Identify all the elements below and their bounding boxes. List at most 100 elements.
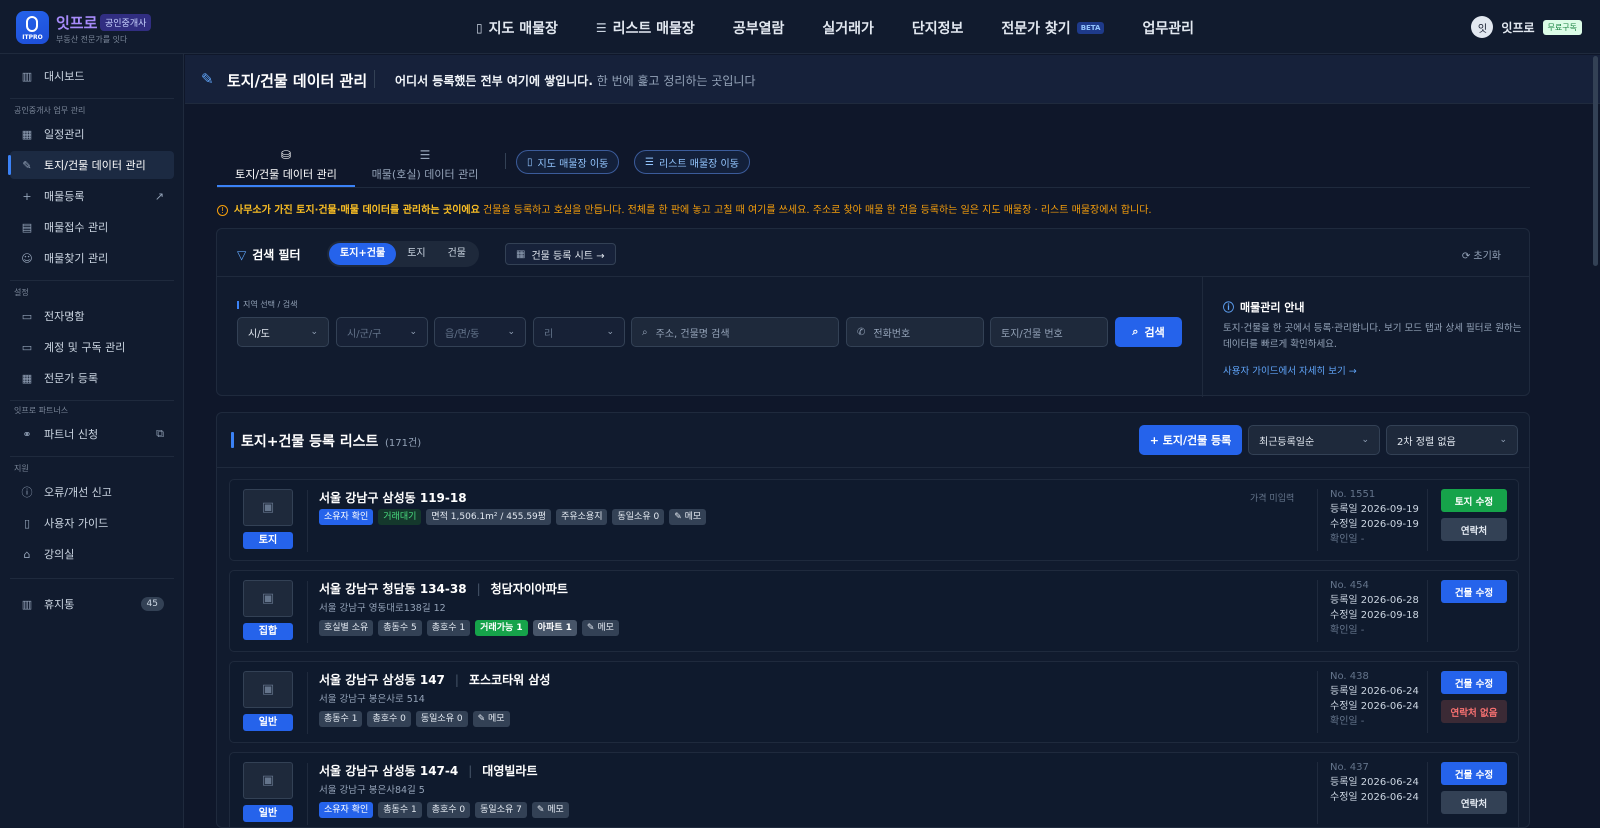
sidebar-item-trash[interactable]: ▥ 휴지통 45 — [10, 590, 174, 618]
row-address[interactable]: 서울 강남구 삼성동 147 | 포스코타워 삼성 — [319, 671, 550, 688]
type-badge: 토지 — [243, 532, 293, 549]
sidebar-item-dashboard[interactable]: ▥ 대시보드 — [10, 62, 174, 90]
nav-work-management[interactable]: 업무관리 — [1142, 18, 1194, 38]
alert-circle-icon: ⓘ — [21, 486, 33, 499]
brand-badge: 공인중개사 — [100, 14, 152, 31]
list-item[interactable]: ▣ 일반 서울 강남구 삼성동 147 | 포스코타워 삼성 서울 강남구 봉은사로 51… — [229, 661, 1519, 743]
phone-input[interactable]: ✆ 전화번호 — [846, 317, 984, 347]
sidebar-item-schedule[interactable]: ▦ 일정관리 — [10, 120, 174, 148]
nav-list-listing[interactable]: ☰ 리스트 매물장 — [596, 18, 695, 38]
scrollbar[interactable] — [1593, 56, 1598, 266]
building-name: 청담자이아파트 — [490, 582, 568, 596]
registered-date: 등록일 2026-06-24 — [1330, 777, 1419, 788]
sidebar-item-listing-register[interactable]: + 매물등록 ↗ — [10, 182, 174, 210]
nav-map-listing[interactable]: ▯ 지도 매물장 — [476, 18, 558, 38]
contact-button[interactable]: 연락처 없음 — [1441, 700, 1507, 723]
record-number: No. 1551 — [1330, 489, 1376, 500]
sidebar-item-classroom[interactable]: ⌂ 강의실 — [10, 540, 174, 568]
card-icon: ▭ — [21, 309, 33, 323]
user-menu[interactable]: 잇 잇프로 무료구독 — [1471, 16, 1582, 38]
secondary-sort-select[interactable]: 2차 정렬 없음 ⌄ — [1386, 425, 1518, 455]
sidebar-item-report[interactable]: ⓘ 오류/개선 신고 — [10, 478, 174, 506]
tag: 총동수 1 — [319, 711, 363, 727]
building-name: 포스코타워 삼성 — [468, 673, 551, 687]
tag-list: 총동수 1 총호수 0 동일소유 0 ✎ 메모 — [319, 711, 510, 727]
document-icon: ▤ — [21, 220, 33, 234]
type-badge: 일반 — [243, 714, 293, 731]
reset-button[interactable]: ⟳ 초기화 — [1462, 247, 1501, 262]
table-icon: ▦ — [516, 248, 526, 260]
warning-icon: ! — [217, 205, 228, 216]
people-icon: ☺ — [21, 251, 33, 265]
plan-badge: 무료구독 — [1542, 19, 1582, 35]
sidebar: ▥ 대시보드 공인중개사 업무 관리 ▦ 일정관리 ✎ 토지/건물 데이터 관리 + 매… — [0, 54, 184, 828]
type-segment: 토지+건물 토지 건물 — [327, 241, 479, 267]
tag: 동일소유 0 — [612, 509, 665, 525]
row-address[interactable]: 서울 강남구 청담동 134-38 | 청담자이아파트 — [319, 580, 568, 597]
record-number: No. 454 — [1330, 580, 1369, 591]
building-sheet-button[interactable]: ▦ 건물 등록 시트 → — [505, 243, 616, 265]
filter-fields: 지역 선택 / 검색 시/도 ⌄ 시/군/구 ⌄ 읍/면/동 ⌄ 리 ⌄ ⌕ 주소, 건물… — [217, 277, 1202, 397]
segment-land[interactable]: 토지 — [396, 243, 436, 265]
sigungu-select[interactable]: 시/군/구 ⌄ — [336, 317, 428, 347]
address-search-input[interactable]: ⌕ 주소, 건물명 검색 — [631, 317, 839, 347]
sidebar-item-account[interactable]: ▭ 계정 및 구독 관리 — [10, 333, 174, 361]
contact-button[interactable]: 연락처 — [1441, 518, 1507, 541]
divider — [1317, 489, 1318, 551]
go-list-listing-button[interactable]: ☰ 리스트 매물장 이동 — [634, 150, 750, 174]
divider: | — [476, 582, 481, 596]
sort-select[interactable]: 최근등록일순 ⌄ — [1248, 425, 1380, 455]
tab-land-building[interactable]: ⛁ 토지/건물 데이터 관리 — [217, 148, 355, 186]
row-meta: No. 454 등록일 2026-06-28 수정일 2026-09-18 확인일 - — [1330, 578, 1419, 638]
sidebar-item-guide[interactable]: ▯ 사용자 가이드 — [10, 509, 174, 537]
row-meta: No. 1551 등록일 2026-09-19 수정일 2026-09-19 확인일 … — [1330, 487, 1419, 547]
edit-button[interactable]: 토지 수정 — [1441, 489, 1507, 512]
plus-icon: + — [22, 189, 32, 203]
contact-button[interactable]: 연락처 — [1441, 791, 1507, 814]
go-map-listing-button[interactable]: ▯ 지도 매물장 이동 — [516, 150, 620, 174]
list-title: 토지+건물 등록 리스트 — [231, 431, 378, 451]
sidebar-item-listing-intake[interactable]: ▤ 매물접수 관리 — [10, 213, 174, 241]
sidebar-item-listing-search[interactable]: ☺ 매물찾기 관리 — [10, 244, 174, 272]
list-item[interactable]: ▣ 일반 서울 강남구 삼성동 147-4 | 대영빌라트 서울 강남구 봉은사84길 5… — [229, 752, 1519, 827]
eup-select[interactable]: 읍/면/동 ⌄ — [434, 317, 526, 347]
logo[interactable]: ITPRO — [16, 11, 49, 44]
edit-icon: ✎ — [201, 70, 214, 88]
edit-button[interactable]: 건물 수정 — [1441, 762, 1507, 785]
memo-button[interactable]: ✎ 메모 — [531, 802, 569, 818]
chevron-down-icon: ⌄ — [310, 327, 318, 337]
region-label: 지역 선택 / 검색 — [237, 299, 297, 310]
memo-button[interactable]: ✎ 메모 — [472, 711, 510, 727]
sido-select[interactable]: 시/도 ⌄ — [237, 317, 329, 347]
memo-button[interactable]: ✎ 메모 — [581, 620, 619, 636]
road-address: 서울 강남구 영동대로138길 12 — [319, 603, 446, 614]
row-address[interactable]: 서울 강남구 삼성동 147-4 | 대영빌라트 — [319, 762, 537, 779]
segment-land-building[interactable]: 토지+건물 — [329, 243, 397, 265]
chevron-down-icon: ⌄ — [1499, 435, 1507, 445]
sidebar-item-expert-register[interactable]: ▦ 전문가 등록 — [10, 364, 174, 392]
sidebar-item-partner[interactable]: ⚭ 파트너 신청 ⧉ — [10, 420, 174, 448]
nav-find-expert[interactable]: 전문가 찾기 BETA — [1001, 18, 1105, 38]
memo-button[interactable]: ✎ 메모 — [669, 509, 707, 525]
list-header: 토지+건물 등록 리스트 (171건) + 토지/건물 등록 최근등록일순 ⌄ 2… — [217, 413, 1529, 468]
book-icon: ▯ — [23, 516, 31, 530]
list-item[interactable]: ▣ 집합 서울 강남구 청담동 134-38 | 청담자이아파트 서울 강남구 영동대로1… — [229, 570, 1519, 652]
nav-real-price[interactable]: 실거래가 — [822, 18, 874, 38]
list-item[interactable]: ▣ 토지 서울 강남구 삼성동 119-18 소유자 확인 거래대기 면적 1,506.1… — [229, 479, 1519, 561]
add-land-building-button[interactable]: + 토지/건물 등록 — [1139, 425, 1242, 455]
ri-select[interactable]: 리 ⌄ — [533, 317, 625, 347]
search-button[interactable]: ⌕ 검색 — [1115, 317, 1182, 347]
guide-panel: ⓘ 매물관리 안내 토지·건물을 한 곳에서 등록·관리합니다. 보기 모드 탭과… — [1202, 277, 1531, 397]
sidebar-item-ecard[interactable]: ▭ 전자명함 — [10, 302, 174, 330]
row-address[interactable]: 서울 강남구 삼성동 119-18 — [319, 489, 467, 506]
edit-button[interactable]: 건물 수정 — [1441, 671, 1507, 694]
edit-button[interactable]: 건물 수정 — [1441, 580, 1507, 603]
row-meta: No. 438 등록일 2026-06-24 수정일 2026-06-24 확인일 - — [1330, 669, 1419, 729]
sidebar-item-land-building[interactable]: ✎ 토지/건물 데이터 관리 — [8, 151, 174, 179]
nav-complex-info[interactable]: 단지정보 — [912, 18, 964, 38]
tab-unit-data[interactable]: ☰ 매물(호실) 데이터 관리 — [360, 148, 490, 186]
land-building-number-input[interactable]: 토지/건물 번호 — [990, 317, 1108, 347]
nav-public-records[interactable]: 공부열람 — [733, 18, 785, 38]
segment-building[interactable]: 건물 — [437, 243, 477, 265]
guide-link[interactable]: 사용자 가이드에서 자세히 보기 → — [1223, 363, 1357, 377]
